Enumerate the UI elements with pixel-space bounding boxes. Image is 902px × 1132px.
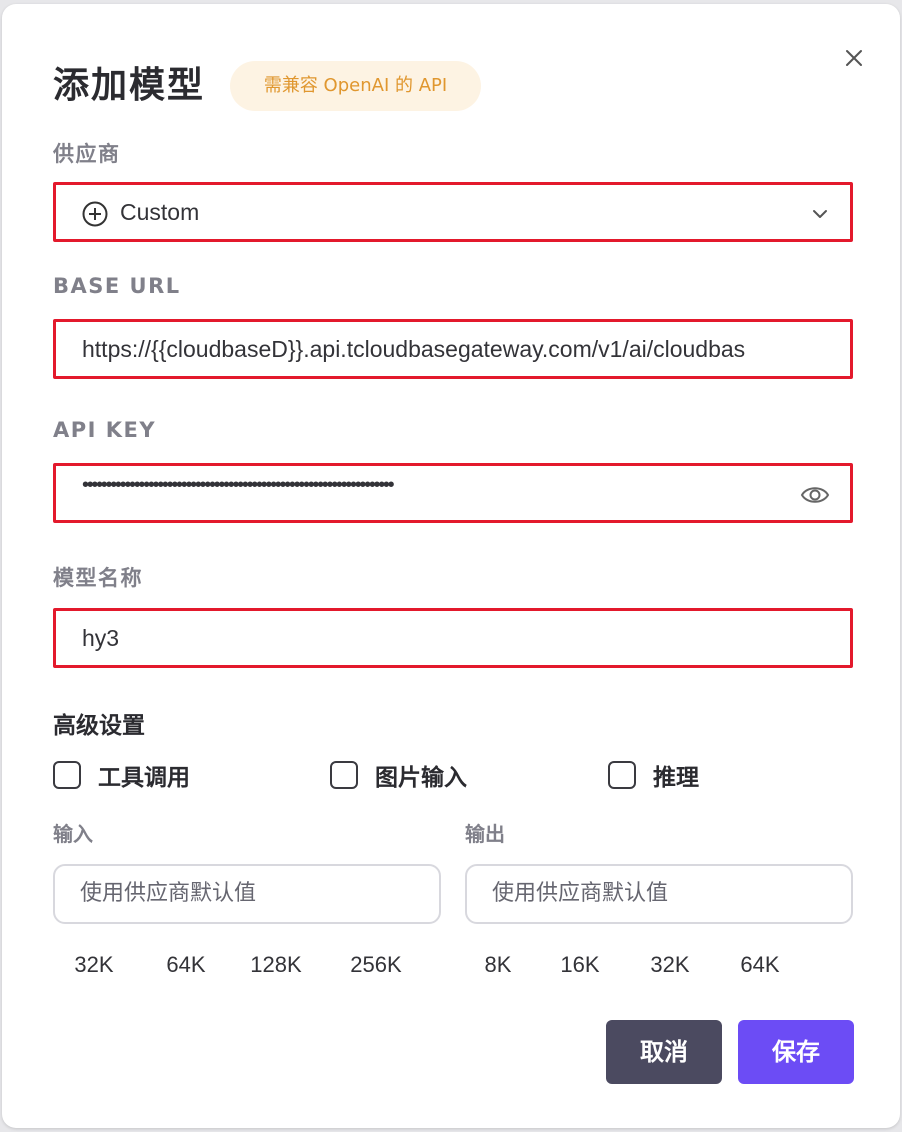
output-preset-chip[interactable]: 8K: [476, 950, 520, 980]
output-preset-chip[interactable]: 32K: [642, 950, 698, 980]
reasoning-label: 推理: [653, 765, 699, 791]
image-input-label: 图片输入: [375, 765, 467, 791]
output-limit-field[interactable]: 使用供应商默认值: [465, 864, 853, 924]
reasoning-checkbox[interactable]: [608, 761, 636, 789]
output-preset-list: 8K 16K 32K 64K: [476, 950, 788, 980]
api-key-masked-value: ••••••••••••••••••••••••••••••••••••••••…: [82, 474, 395, 496]
reasoning-option[interactable]: 推理: [608, 758, 699, 792]
provider-label: 供应商: [53, 142, 121, 166]
provider-select[interactable]: Custom: [53, 182, 853, 242]
close-icon[interactable]: [840, 44, 868, 72]
api-key-label: API KEY: [53, 418, 157, 442]
image-input-checkbox[interactable]: [330, 761, 358, 789]
base-url-label: BASE URL: [53, 274, 181, 298]
model-name-label: 模型名称: [53, 566, 143, 590]
chevron-down-icon: [810, 204, 830, 224]
dialog-title: 添加模型: [53, 65, 206, 106]
cancel-button[interactable]: 取消: [606, 1020, 722, 1084]
base-url-input[interactable]: https://{{cloudbaseD}}.api.tcloudbasegat…: [53, 319, 853, 379]
advanced-settings-title: 高级设置: [53, 713, 145, 739]
input-preset-chip[interactable]: 32K: [62, 950, 126, 980]
output-preset-chip[interactable]: 64K: [732, 950, 788, 980]
output-limit-label: 输出: [465, 822, 505, 846]
base-url-value: https://{{cloudbaseD}}.api.tcloudbasegat…: [82, 335, 746, 362]
input-preset-chip[interactable]: 64K: [154, 950, 218, 980]
image-input-option[interactable]: 图片输入: [330, 758, 467, 792]
input-preset-chip[interactable]: 128K: [238, 950, 314, 980]
output-preset-chip[interactable]: 16K: [552, 950, 608, 980]
eye-icon[interactable]: [800, 482, 830, 508]
input-preset-list: 32K 64K 128K 256K: [62, 950, 414, 980]
tool-call-checkbox[interactable]: [53, 761, 81, 789]
model-name-input[interactable]: hy3: [53, 608, 853, 668]
input-limit-field[interactable]: 使用供应商默认值: [53, 864, 441, 924]
provider-value: Custom: [120, 198, 200, 225]
tool-call-label: 工具调用: [98, 765, 190, 791]
input-limit-label: 输入: [53, 822, 93, 846]
input-preset-chip[interactable]: 256K: [338, 950, 414, 980]
tool-call-option[interactable]: 工具调用: [53, 758, 190, 792]
plus-circle-icon: [82, 201, 108, 227]
add-model-dialog: 添加模型 需兼容 OpenAI 的 API 供应商 Custom BASE UR…: [2, 4, 900, 1128]
save-button[interactable]: 保存: [738, 1020, 854, 1084]
model-name-value: hy3: [82, 624, 120, 651]
compat-badge: 需兼容 OpenAI 的 API: [230, 61, 481, 111]
api-key-input[interactable]: ••••••••••••••••••••••••••••••••••••••••…: [53, 463, 853, 523]
